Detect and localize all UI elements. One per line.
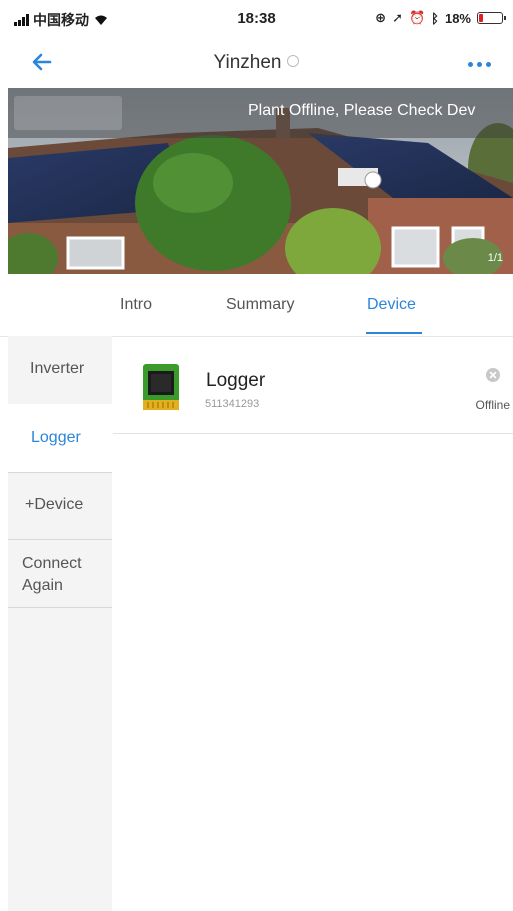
more-dots-icon xyxy=(467,61,473,67)
device-name: Logger xyxy=(206,370,266,391)
alarm-icon: ⏰ xyxy=(408,10,426,25)
battery-percent: 18% xyxy=(444,10,471,26)
location-arrow-icon: ➚ xyxy=(392,10,403,25)
tab-intro[interactable]: Intro xyxy=(120,296,152,314)
plant-name: Yinzhen xyxy=(213,52,282,73)
status-right: ⊕ ➚ ⏰ ᛒ 18% xyxy=(375,10,506,26)
sidebar-item-connect-again[interactable]: Connect Again xyxy=(8,539,112,608)
logger-chip-icon xyxy=(143,364,179,410)
more-dot xyxy=(485,61,491,67)
sidebar-item-label: Connect Again xyxy=(22,555,82,594)
more-dot xyxy=(476,61,482,67)
device-serial: 511341293 xyxy=(205,398,260,410)
bluetooth-icon: ᛒ xyxy=(431,10,439,26)
tab-device[interactable]: Device xyxy=(367,296,416,314)
sidebar-item-add-device[interactable]: +Device xyxy=(8,472,112,540)
close-circle-icon xyxy=(486,368,500,382)
banner-page-indicator: 1/1 xyxy=(487,252,503,264)
sidebar-item-logger[interactable]: Logger xyxy=(8,404,112,473)
battery-icon xyxy=(477,12,506,24)
device-type-sidebar: Inverter Logger +Device Connect Again xyxy=(8,336,112,911)
tab-bar: Intro Summary Device xyxy=(0,274,513,337)
sidebar-item-label: Inverter xyxy=(30,360,85,377)
device-list-item[interactable]: Logger 511341293 Offline xyxy=(113,336,513,434)
sidebar-item-label: +Device xyxy=(25,496,84,513)
tab-active-indicator xyxy=(366,332,422,334)
tab-summary[interactable]: Summary xyxy=(226,296,294,314)
sidebar-item-label: Logger xyxy=(31,429,81,446)
sidebar-item-inverter[interactable]: Inverter xyxy=(8,336,112,405)
device-status: Offline xyxy=(475,398,510,412)
more-button[interactable] xyxy=(463,52,495,76)
location-lock-icon: ⊕ xyxy=(375,10,387,25)
nav-bar: Yinzhen xyxy=(0,44,513,84)
status-bar: 中国移动 18:38 ⊕ ➚ ⏰ ᛒ 18% xyxy=(0,0,513,44)
plant-photo-button[interactable] xyxy=(14,96,122,130)
offline-alert-text: Plant Offline, Please Check Dev xyxy=(248,102,476,119)
plant-banner[interactable]: Plant Offline, Please Check Dev 1/1 xyxy=(8,88,513,274)
page-title: Yinzhen xyxy=(0,52,513,74)
info-circle-icon[interactable] xyxy=(287,54,300,67)
